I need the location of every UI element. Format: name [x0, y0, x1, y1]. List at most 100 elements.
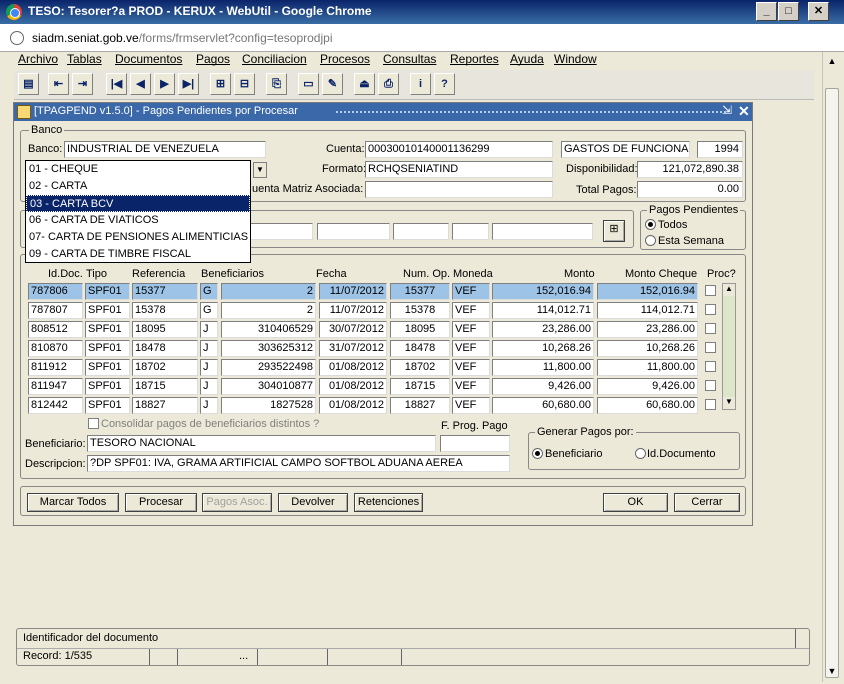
- menu-consultas[interactable]: Consultas: [383, 52, 436, 66]
- table-cell[interactable]: 2: [221, 302, 316, 319]
- minimize-form-icon[interactable]: ⇲: [722, 103, 732, 117]
- radio-id-documento[interactable]: [635, 448, 646, 459]
- devolver-button[interactable]: Devolver: [278, 493, 348, 512]
- table-scroll-down-icon[interactable]: ▼: [723, 397, 735, 409]
- table-cell[interactable]: 18095: [132, 321, 198, 338]
- tipo-dropdown-list[interactable]: 01 - CHEQUE 02 - CARTA 03 - CARTA BCV 06…: [25, 160, 251, 263]
- table-cell[interactable]: 304010877: [221, 378, 316, 395]
- table-cell[interactable]: 811947: [28, 378, 83, 395]
- dropdown-option[interactable]: 06 - CARTA DE VIATICOS: [26, 212, 250, 229]
- table-cell[interactable]: 11,800.00: [597, 359, 698, 376]
- table-cell[interactable]: 01/08/2012: [319, 378, 387, 395]
- table-cell[interactable]: 10,268.26: [597, 340, 698, 357]
- previous-record-icon[interactable]: ◀: [130, 73, 151, 95]
- first-record-icon[interactable]: |◀: [106, 73, 127, 95]
- table-cell[interactable]: VEF: [452, 283, 490, 300]
- cerrar-button[interactable]: Cerrar: [674, 493, 740, 512]
- marcar-todos-button[interactable]: Marcar Todos: [27, 493, 119, 512]
- table-cell[interactable]: 152,016.94: [597, 283, 698, 300]
- table-cell[interactable]: 60,680.00: [492, 397, 594, 414]
- filter-field-1[interactable]: [250, 223, 313, 240]
- enter-query-icon[interactable]: ⇤: [48, 73, 69, 95]
- ok-button[interactable]: OK: [603, 493, 668, 512]
- filter-field-3[interactable]: [393, 223, 449, 240]
- scroll-thumb[interactable]: [825, 88, 839, 678]
- menu-conciliacion[interactable]: Conciliacion: [242, 52, 307, 66]
- table-cell[interactable]: 787807: [28, 302, 83, 319]
- table-cell[interactable]: VEF: [452, 359, 490, 376]
- table-cell[interactable]: 01/08/2012: [319, 397, 387, 414]
- table-cell[interactable]: 15377: [132, 283, 198, 300]
- retenciones-button[interactable]: Retenciones: [354, 493, 423, 512]
- close-form-icon[interactable]: ✕: [738, 103, 750, 120]
- matriz-field[interactable]: [365, 181, 553, 198]
- table-cell[interactable]: SPF01: [85, 340, 130, 357]
- table-cell[interactable]: J: [200, 321, 218, 338]
- page-scrollbar[interactable]: ▲ ▼: [822, 52, 840, 682]
- table-cell[interactable]: 15377: [390, 283, 450, 300]
- dropdown-option[interactable]: 01 - CHEQUE: [26, 161, 250, 178]
- table-cell[interactable]: 293522498: [221, 359, 316, 376]
- radio-todos[interactable]: [645, 219, 656, 230]
- table-cell[interactable]: G: [200, 302, 218, 319]
- edit-icon[interactable]: ⊟: [234, 73, 255, 95]
- table-cell[interactable]: 60,680.00: [597, 397, 698, 414]
- table-cell[interactable]: 18478: [390, 340, 450, 357]
- save-icon[interactable]: ▤: [18, 73, 39, 95]
- table-cell[interactable]: 812442: [28, 397, 83, 414]
- table-cell[interactable]: 18715: [390, 378, 450, 395]
- table-cell[interactable]: 11/07/2012: [319, 283, 387, 300]
- table-cell[interactable]: VEF: [452, 340, 490, 357]
- scroll-down-icon[interactable]: ▼: [825, 664, 839, 678]
- search-icon[interactable]: ⊞: [603, 220, 625, 242]
- table-cell[interactable]: 18702: [132, 359, 198, 376]
- table-cell[interactable]: 11/07/2012: [319, 302, 387, 319]
- proc-checkbox[interactable]: [705, 323, 716, 334]
- table-cell[interactable]: SPF01: [85, 359, 130, 376]
- table-cell[interactable]: 303625312: [221, 340, 316, 357]
- table-cell[interactable]: 23,286.00: [597, 321, 698, 338]
- table-cell[interactable]: 9,426.00: [597, 378, 698, 395]
- table-cell[interactable]: 18478: [132, 340, 198, 357]
- next-record-icon[interactable]: ▶: [154, 73, 175, 95]
- maximize-button[interactable]: □: [778, 2, 799, 21]
- table-cell[interactable]: SPF01: [85, 397, 130, 414]
- table-cell[interactable]: 18095: [390, 321, 450, 338]
- fprog-field[interactable]: [440, 435, 510, 452]
- proc-checkbox[interactable]: [705, 361, 716, 372]
- total-field[interactable]: 0.00: [637, 181, 743, 198]
- filter-field-2[interactable]: [317, 223, 390, 240]
- filter-field-5[interactable]: [492, 223, 593, 240]
- info-icon[interactable]: i: [410, 73, 431, 95]
- table-cell[interactable]: 808512: [28, 321, 83, 338]
- table-cell[interactable]: J: [200, 340, 218, 357]
- dropdown-option-selected[interactable]: 03 - CARTA BCV: [26, 195, 250, 212]
- table-cell[interactable]: 114,012.71: [597, 302, 698, 319]
- dropdown-option[interactable]: 07- CARTA DE PENSIONES ALIMENTICIAS: [26, 229, 250, 246]
- menu-tablas[interactable]: Tablas: [67, 52, 102, 66]
- clear-form-icon[interactable]: ▭: [298, 73, 319, 95]
- table-cell[interactable]: SPF01: [85, 378, 130, 395]
- table-cell[interactable]: 18827: [390, 397, 450, 414]
- table-cell[interactable]: 1827528: [221, 397, 316, 414]
- execute-query-icon[interactable]: ⇥: [72, 73, 93, 95]
- table-cell[interactable]: 18827: [132, 397, 198, 414]
- table-cell[interactable]: 11,800.00: [492, 359, 594, 376]
- table-cell[interactable]: 23,286.00: [492, 321, 594, 338]
- table-cell[interactable]: 31/07/2012: [319, 340, 387, 357]
- dropdown-option[interactable]: 02 - CARTA: [26, 178, 250, 195]
- menu-documentos[interactable]: Documentos: [115, 52, 182, 66]
- proc-checkbox[interactable]: [705, 380, 716, 391]
- proc-checkbox[interactable]: [705, 304, 716, 315]
- copy-icon[interactable]: ⎘: [266, 73, 287, 95]
- procesar-button[interactable]: Procesar: [125, 493, 197, 512]
- table-cell[interactable]: VEF: [452, 378, 490, 395]
- menu-window[interactable]: Window: [554, 52, 597, 66]
- exit-icon[interactable]: ⏏: [354, 73, 375, 95]
- table-cell[interactable]: VEF: [452, 302, 490, 319]
- lov-icon[interactable]: ⊞: [210, 73, 231, 95]
- menu-ayuda[interactable]: Ayuda: [510, 52, 544, 66]
- banco-field[interactable]: INDUSTRIAL DE VENEZUELA: [64, 141, 266, 158]
- proc-checkbox[interactable]: [705, 399, 716, 410]
- table-cell[interactable]: SPF01: [85, 283, 130, 300]
